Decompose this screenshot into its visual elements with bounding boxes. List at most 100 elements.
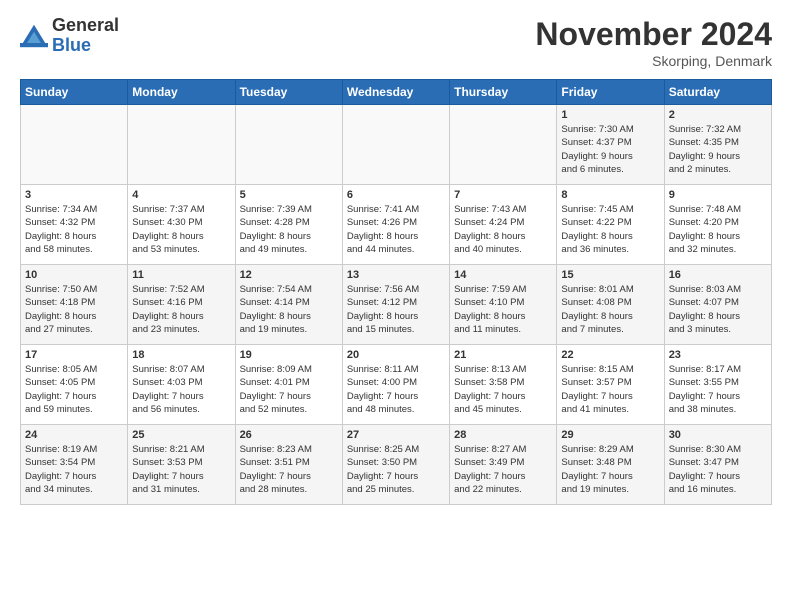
- day-number: 30: [669, 429, 767, 441]
- cell-w2-d7: 9 Sunrise: 7:48 AM Sunset: 4:20 PM Daylig…: [664, 185, 771, 265]
- day-info: Sunrise: 8:05 AM Sunset: 4:05 PM Dayligh…: [25, 363, 123, 416]
- day-number: 5: [240, 189, 338, 201]
- calendar-body: 1Sunrise: 7:30 AM Sunset: 4:37 PM Daylig…: [21, 105, 772, 505]
- col-wednesday: Wednesday: [342, 80, 449, 105]
- cell-w3-d4: 13 Sunrise: 7:56 AM Sunset: 4:12 PM Dayli…: [342, 265, 449, 345]
- day-info: Sunrise: 7:37 AM Sunset: 4:30 PM Dayligh…: [132, 203, 230, 256]
- logo-blue: Blue: [52, 35, 91, 55]
- day-info: Sunrise: 7:39 AM Sunset: 4:28 PM Dayligh…: [240, 203, 338, 256]
- week-row-2: 3Sunrise: 7:34 AM Sunset: 4:32 PM Daylig…: [21, 185, 772, 265]
- day-info: Sunrise: 7:32 AM Sunset: 4:35 PM Dayligh…: [669, 123, 767, 176]
- col-saturday: Saturday: [664, 80, 771, 105]
- day-number: 25: [132, 429, 230, 441]
- cell-w1-d6: 1Sunrise: 7:30 AM Sunset: 4:37 PM Daylig…: [557, 105, 664, 185]
- col-tuesday: Tuesday: [235, 80, 342, 105]
- day-info: Sunrise: 8:29 AM Sunset: 3:48 PM Dayligh…: [561, 443, 659, 496]
- cell-w2-d6: 8Sunrise: 7:45 AM Sunset: 4:22 PM Daylig…: [557, 185, 664, 265]
- cell-w3-d2: 11 Sunrise: 7:52 AM Sunset: 4:16 PM Dayli…: [128, 265, 235, 345]
- header: General Blue November 2024 Skorping, Den…: [20, 16, 772, 69]
- cell-w5-d5: 28 Sunrise: 8:27 AM Sunset: 3:49 PM Dayli…: [450, 425, 557, 505]
- logo-icon: [20, 22, 48, 50]
- day-info: Sunrise: 8:27 AM Sunset: 3:49 PM Dayligh…: [454, 443, 552, 496]
- title-block: November 2024 Skorping, Denmark: [535, 16, 772, 69]
- day-number: 28: [454, 429, 552, 441]
- cell-w3-d7: 16 Sunrise: 8:03 AM Sunset: 4:07 PM Dayli…: [664, 265, 771, 345]
- page: General Blue November 2024 Skorping, Den…: [0, 0, 792, 515]
- cell-w1-d4: [342, 105, 449, 185]
- day-info: Sunrise: 8:17 AM Sunset: 3:55 PM Dayligh…: [669, 363, 767, 416]
- day-number: 3: [25, 189, 123, 201]
- cell-w4-d2: 18 Sunrise: 8:07 AM Sunset: 4:03 PM Dayli…: [128, 345, 235, 425]
- col-friday: Friday: [557, 80, 664, 105]
- cell-w2-d1: 3Sunrise: 7:34 AM Sunset: 4:32 PM Daylig…: [21, 185, 128, 265]
- cell-w5-d3: 26 Sunrise: 8:23 AM Sunset: 3:51 PM Dayli…: [235, 425, 342, 505]
- day-number: 23: [669, 349, 767, 361]
- day-info: Sunrise: 8:23 AM Sunset: 3:51 PM Dayligh…: [240, 443, 338, 496]
- day-info: Sunrise: 8:03 AM Sunset: 4:07 PM Dayligh…: [669, 283, 767, 336]
- week-row-3: 10 Sunrise: 7:50 AM Sunset: 4:18 PM Dayli…: [21, 265, 772, 345]
- logo: General Blue: [20, 16, 119, 56]
- day-info: Sunrise: 8:15 AM Sunset: 3:57 PM Dayligh…: [561, 363, 659, 416]
- day-info: Sunrise: 7:50 AM Sunset: 4:18 PM Dayligh…: [25, 283, 123, 336]
- col-thursday: Thursday: [450, 80, 557, 105]
- cell-w4-d5: 21Sunrise: 8:13 AM Sunset: 3:58 PM Dayli…: [450, 345, 557, 425]
- cell-w2-d4: 6 Sunrise: 7:41 AM Sunset: 4:26 PM Daylig…: [342, 185, 449, 265]
- day-info: Sunrise: 7:48 AM Sunset: 4:20 PM Dayligh…: [669, 203, 767, 256]
- cell-w5-d6: 29 Sunrise: 8:29 AM Sunset: 3:48 PM Dayli…: [557, 425, 664, 505]
- day-number: 18: [132, 349, 230, 361]
- day-number: 22: [561, 349, 659, 361]
- week-row-1: 1Sunrise: 7:30 AM Sunset: 4:37 PM Daylig…: [21, 105, 772, 185]
- day-info: Sunrise: 7:54 AM Sunset: 4:14 PM Dayligh…: [240, 283, 338, 336]
- day-info: Sunrise: 8:07 AM Sunset: 4:03 PM Dayligh…: [132, 363, 230, 416]
- day-number: 16: [669, 269, 767, 281]
- cell-w5-d1: 24Sunrise: 8:19 AM Sunset: 3:54 PM Dayli…: [21, 425, 128, 505]
- day-number: 14: [454, 269, 552, 281]
- col-monday: Monday: [128, 80, 235, 105]
- day-info: Sunrise: 8:30 AM Sunset: 3:47 PM Dayligh…: [669, 443, 767, 496]
- day-number: 29: [561, 429, 659, 441]
- cell-w2-d2: 4 Sunrise: 7:37 AM Sunset: 4:30 PM Daylig…: [128, 185, 235, 265]
- day-number: 13: [347, 269, 445, 281]
- location: Skorping, Denmark: [535, 53, 772, 69]
- day-number: 19: [240, 349, 338, 361]
- day-number: 7: [454, 189, 552, 201]
- logo-general: General: [52, 15, 119, 35]
- cell-w2-d3: 5 Sunrise: 7:39 AM Sunset: 4:28 PM Daylig…: [235, 185, 342, 265]
- cell-w5-d7: 30 Sunrise: 8:30 AM Sunset: 3:47 PM Dayli…: [664, 425, 771, 505]
- cell-w4-d4: 20Sunrise: 8:11 AM Sunset: 4:00 PM Dayli…: [342, 345, 449, 425]
- cell-w4-d6: 22 Sunrise: 8:15 AM Sunset: 3:57 PM Dayli…: [557, 345, 664, 425]
- day-info: Sunrise: 8:09 AM Sunset: 4:01 PM Dayligh…: [240, 363, 338, 416]
- day-number: 12: [240, 269, 338, 281]
- day-number: 26: [240, 429, 338, 441]
- day-info: Sunrise: 8:13 AM Sunset: 3:58 PM Dayligh…: [454, 363, 552, 416]
- week-row-4: 17Sunrise: 8:05 AM Sunset: 4:05 PM Dayli…: [21, 345, 772, 425]
- day-info: Sunrise: 7:45 AM Sunset: 4:22 PM Dayligh…: [561, 203, 659, 256]
- day-number: 6: [347, 189, 445, 201]
- day-info: Sunrise: 7:52 AM Sunset: 4:16 PM Dayligh…: [132, 283, 230, 336]
- calendar-table: Sunday Monday Tuesday Wednesday Thursday…: [20, 79, 772, 505]
- cell-w3-d5: 14 Sunrise: 7:59 AM Sunset: 4:10 PM Dayli…: [450, 265, 557, 345]
- header-row: Sunday Monday Tuesday Wednesday Thursday…: [21, 80, 772, 105]
- day-number: 9: [669, 189, 767, 201]
- day-number: 11: [132, 269, 230, 281]
- cell-w5-d4: 27Sunrise: 8:25 AM Sunset: 3:50 PM Dayli…: [342, 425, 449, 505]
- cell-w4-d1: 17Sunrise: 8:05 AM Sunset: 4:05 PM Dayli…: [21, 345, 128, 425]
- cell-w1-d3: [235, 105, 342, 185]
- day-info: Sunrise: 8:21 AM Sunset: 3:53 PM Dayligh…: [132, 443, 230, 496]
- day-info: Sunrise: 7:56 AM Sunset: 4:12 PM Dayligh…: [347, 283, 445, 336]
- cell-w5-d2: 25 Sunrise: 8:21 AM Sunset: 3:53 PM Dayli…: [128, 425, 235, 505]
- month-title: November 2024: [535, 16, 772, 53]
- day-info: Sunrise: 8:19 AM Sunset: 3:54 PM Dayligh…: [25, 443, 123, 496]
- cell-w1-d2: [128, 105, 235, 185]
- day-info: Sunrise: 7:59 AM Sunset: 4:10 PM Dayligh…: [454, 283, 552, 336]
- day-info: Sunrise: 7:43 AM Sunset: 4:24 PM Dayligh…: [454, 203, 552, 256]
- day-number: 4: [132, 189, 230, 201]
- day-number: 1: [561, 109, 659, 121]
- cell-w3-d3: 12 Sunrise: 7:54 AM Sunset: 4:14 PM Dayli…: [235, 265, 342, 345]
- day-info: Sunrise: 8:11 AM Sunset: 4:00 PM Dayligh…: [347, 363, 445, 416]
- cell-w1-d1: [21, 105, 128, 185]
- day-info: Sunrise: 7:41 AM Sunset: 4:26 PM Dayligh…: [347, 203, 445, 256]
- cell-w4-d7: 23 Sunrise: 8:17 AM Sunset: 3:55 PM Dayli…: [664, 345, 771, 425]
- cell-w4-d3: 19 Sunrise: 8:09 AM Sunset: 4:01 PM Dayli…: [235, 345, 342, 425]
- day-number: 10: [25, 269, 123, 281]
